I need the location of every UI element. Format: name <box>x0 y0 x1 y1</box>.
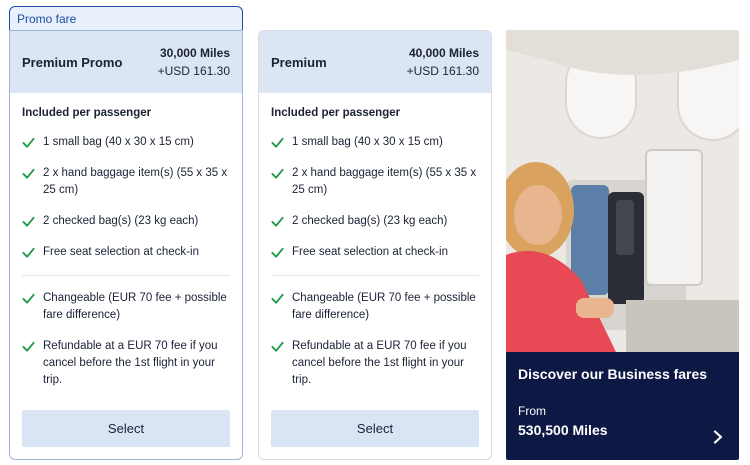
divider <box>22 275 230 276</box>
select-button[interactable]: Select <box>271 410 479 447</box>
promo-from-label: From <box>518 404 546 418</box>
fare-card-body: Included per passenger 1 small bag (40 x… <box>259 93 491 389</box>
list-item-label: 1 small bag (40 x 30 x 15 cm) <box>43 136 194 148</box>
list-item: Free seat selection at check-in <box>271 244 479 261</box>
chevron-right-icon[interactable] <box>713 430 723 444</box>
promo-title: Discover our Business fares <box>518 366 708 382</box>
list-item: Refundable at a EUR 70 fee if you cancel… <box>22 338 230 389</box>
list-item: 2 checked bag(s) (23 kg each) <box>22 213 230 230</box>
fare-miles: 40,000 Miles <box>408 46 479 60</box>
promo-fare-tag: Promo fare <box>9 6 243 31</box>
list-item-label: Free seat selection at check-in <box>292 246 448 258</box>
included-heading: Included per passenger <box>271 107 401 119</box>
check-icon <box>22 341 35 352</box>
list-item-label: Changeable (EUR 70 fee + possible fare d… <box>292 292 476 321</box>
check-icon <box>22 216 35 227</box>
list-item: Refundable at a EUR 70 fee if you cancel… <box>271 338 479 389</box>
check-icon <box>22 247 35 258</box>
fare-usd: +USD 161.30 <box>157 64 230 78</box>
fare-price: 30,000 Miles +USD 161.30 <box>158 44 230 80</box>
check-icon <box>271 293 284 304</box>
list-item-label: Refundable at a EUR 70 fee if you cancel… <box>292 340 467 386</box>
fare-name: Premium Promo <box>22 54 123 70</box>
fare-card-premium-promo: Premium Promo 30,000 Miles +USD 161.30 I… <box>9 30 243 460</box>
list-item-label: 2 checked bag(s) (23 kg each) <box>43 215 199 227</box>
business-cabin-photo <box>506 30 739 352</box>
fare-card-header: Premium 40,000 Miles +USD 161.30 <box>259 31 491 93</box>
fare-price: 40,000 Miles +USD 161.30 <box>407 44 479 80</box>
list-item-label: Free seat selection at check-in <box>43 246 199 258</box>
fare-miles: 30,000 Miles <box>159 46 230 60</box>
list-item-label: 2 x hand baggage item(s) (55 x 35 x 25 c… <box>43 167 228 196</box>
list-item: 2 x hand baggage item(s) (55 x 35 x 25 c… <box>22 165 230 199</box>
fare-name: Premium <box>271 54 327 70</box>
list-item: Free seat selection at check-in <box>22 244 230 261</box>
list-item: 1 small bag (40 x 30 x 15 cm) <box>271 134 479 151</box>
list-item: Changeable (EUR 70 fee + possible fare d… <box>22 290 230 324</box>
promo-miles: 530,500 Miles <box>518 422 608 438</box>
list-item-label: 2 x hand baggage item(s) (55 x 35 x 25 c… <box>292 167 477 196</box>
check-icon <box>22 137 35 148</box>
list-item-label: 2 checked bag(s) (23 kg each) <box>292 215 448 227</box>
fare-card-premium: Premium 40,000 Miles +USD 161.30 Include… <box>258 30 492 460</box>
divider <box>271 275 479 276</box>
list-item: 2 x hand baggage item(s) (55 x 35 x 25 c… <box>271 165 479 199</box>
promo-info: Discover our Business fares From 530,500… <box>506 352 739 460</box>
check-icon <box>271 247 284 258</box>
fare-card-header: Premium Promo 30,000 Miles +USD 161.30 <box>10 31 242 93</box>
check-icon <box>271 137 284 148</box>
list-item: Changeable (EUR 70 fee + possible fare d… <box>271 290 479 324</box>
list-item: 2 checked bag(s) (23 kg each) <box>271 213 479 230</box>
check-icon <box>22 168 35 179</box>
business-fares-promo[interactable]: Discover our Business fares From 530,500… <box>506 30 739 460</box>
list-item-label: 1 small bag (40 x 30 x 15 cm) <box>292 136 443 148</box>
list-item-label: Refundable at a EUR 70 fee if you cancel… <box>43 340 218 386</box>
included-heading: Included per passenger <box>22 107 152 119</box>
check-icon <box>271 341 284 352</box>
fare-usd: +USD 161.30 <box>406 64 479 78</box>
select-button[interactable]: Select <box>22 410 230 447</box>
check-icon <box>271 216 284 227</box>
check-icon <box>271 168 284 179</box>
fare-card-body: Included per passenger 1 small bag (40 x… <box>10 93 242 389</box>
check-icon <box>22 293 35 304</box>
list-item-label: Changeable (EUR 70 fee + possible fare d… <box>43 292 227 321</box>
list-item: 1 small bag (40 x 30 x 15 cm) <box>22 134 230 151</box>
